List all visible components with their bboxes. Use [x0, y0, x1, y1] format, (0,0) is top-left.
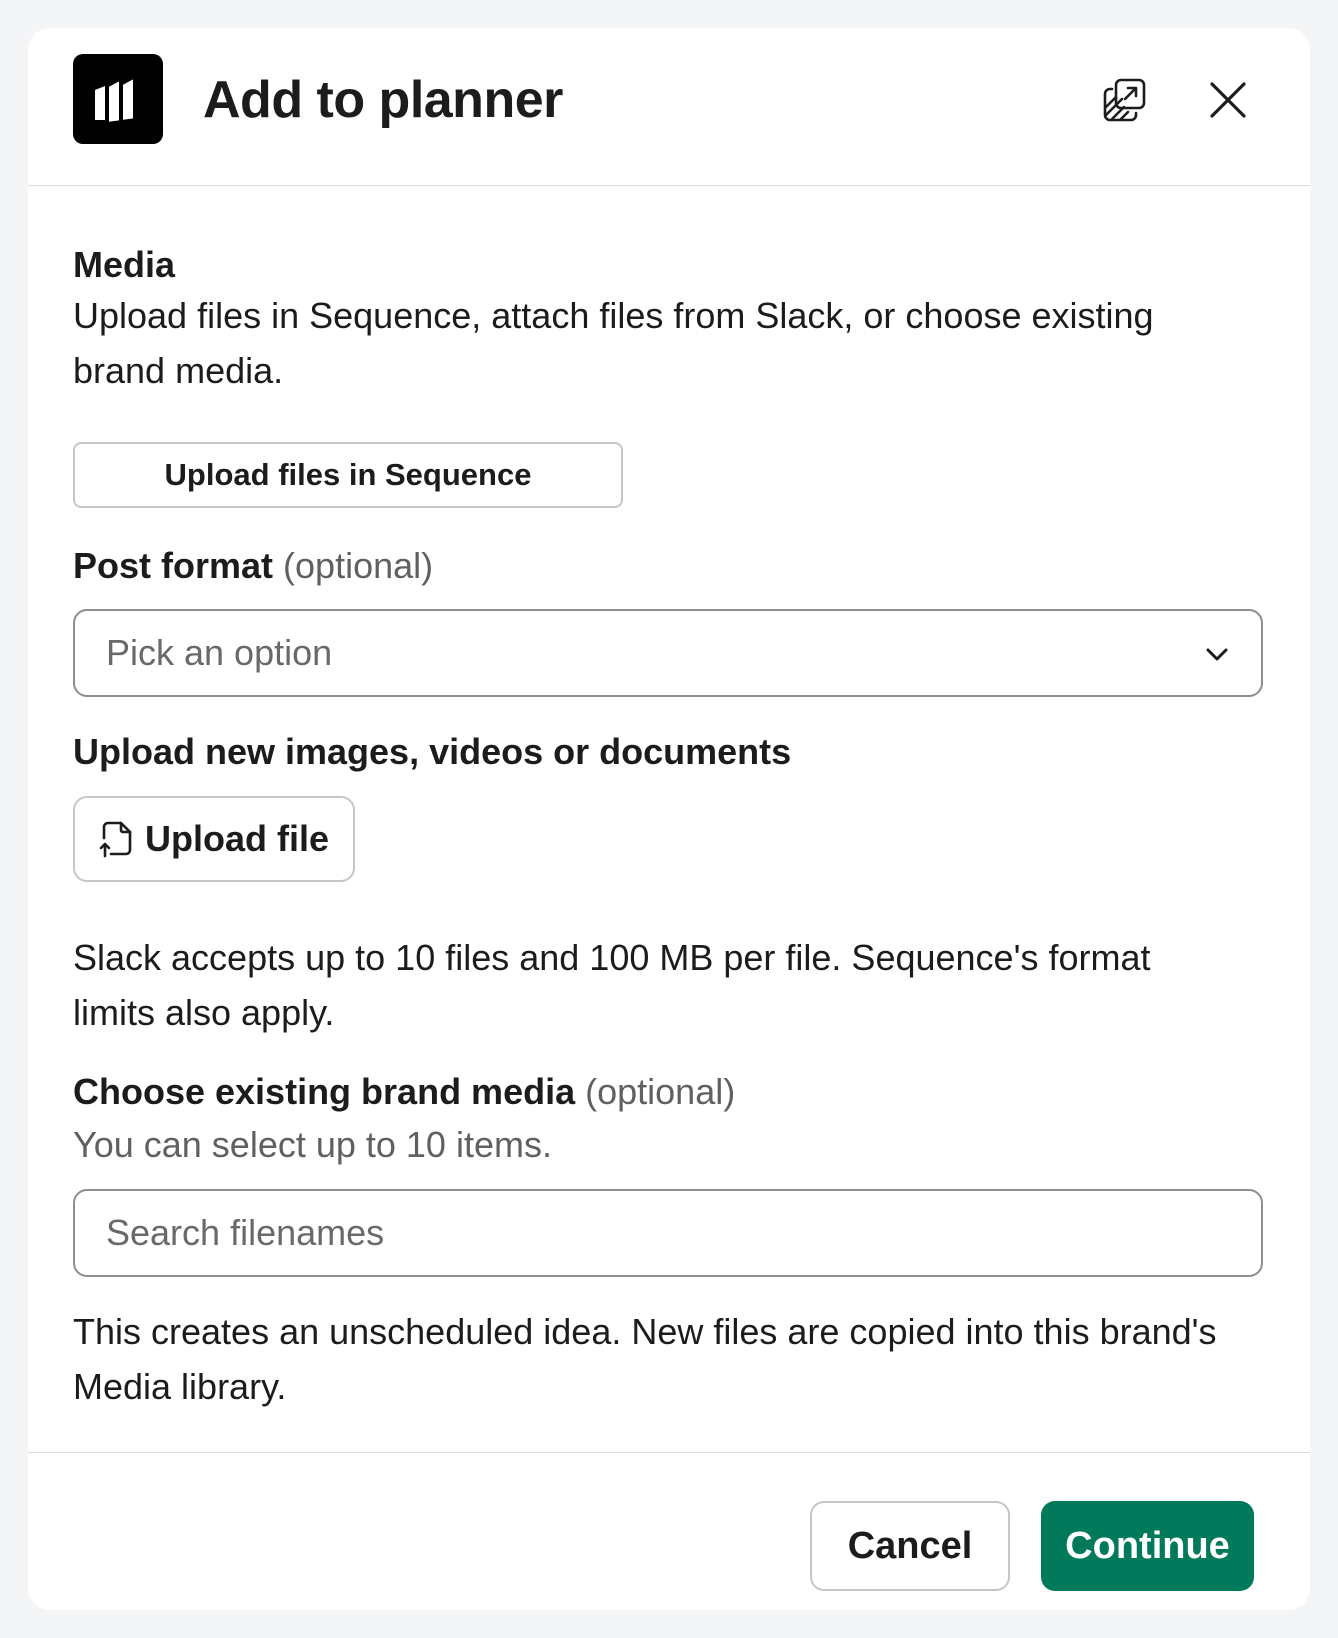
modal-header: Add to planner — [28, 28, 1310, 186]
continue-button[interactable]: Continue — [1041, 1501, 1254, 1591]
close-icon — [1210, 82, 1246, 118]
modal-footer: Cancel Continue — [28, 1452, 1310, 1610]
add-to-planner-modal: Add to planner Media Upload files in Seq… — [28, 28, 1310, 1610]
modal-body[interactable]: Media Upload files in Sequence, attach f… — [28, 186, 1310, 1452]
cancel-label: Cancel — [847, 1524, 973, 1567]
post-format-label: Post format (optional) — [73, 542, 433, 590]
optional-tag: (optional) — [283, 545, 434, 586]
post-format-select[interactable]: Pick an option — [73, 609, 1263, 697]
upload-files-in-sequence-label: Upload files in Sequence — [164, 457, 532, 492]
brand-media-label: Choose existing brand media (optional) — [73, 1068, 735, 1116]
popout-window-icon — [1103, 78, 1146, 122]
chevron-down-icon — [1206, 648, 1228, 661]
optional-tag: (optional) — [585, 1071, 736, 1112]
popout-button[interactable] — [1098, 73, 1152, 127]
upload-file-icon — [99, 821, 132, 858]
media-label: Media — [73, 244, 176, 285]
upload-files-in-sequence-button[interactable]: Upload files in Sequence — [73, 442, 623, 508]
close-button[interactable] — [1201, 73, 1255, 127]
brand-media-hint: You can select up to 10 items. — [73, 1124, 552, 1165]
post-format-placeholder: Pick an option — [106, 632, 333, 673]
cancel-button[interactable]: Cancel — [810, 1501, 1010, 1591]
brand-media-label-text: Choose existing brand media — [73, 1071, 576, 1112]
search-filenames-field[interactable] — [73, 1189, 1263, 1277]
sequence-logo-icon — [73, 54, 163, 144]
continue-label: Continue — [1065, 1524, 1230, 1567]
search-filenames-input[interactable] — [75, 1191, 1261, 1275]
footnote-text: This creates an unscheduled idea. New fi… — [73, 1311, 1217, 1407]
post-format-label-text: Post format — [73, 545, 274, 586]
upload-file-label: Upload file — [144, 818, 329, 859]
upload-new-label: Upload new images, videos or documents — [73, 731, 792, 772]
modal-title: Add to planner — [203, 71, 563, 129]
media-description: Upload files in Sequence, attach files f… — [73, 295, 1154, 391]
upload-file-button[interactable]: Upload file — [73, 796, 355, 882]
upload-limits-text: Slack accepts up to 10 files and 100 MB … — [73, 937, 1151, 1033]
